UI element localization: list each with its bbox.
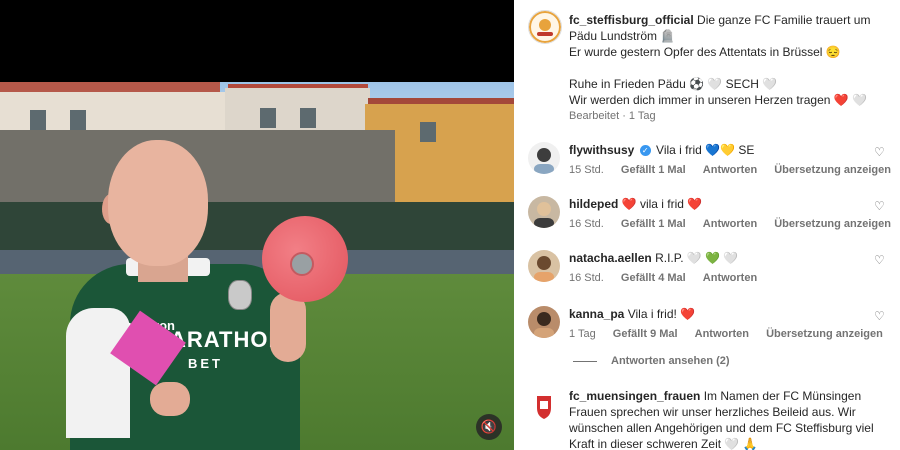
avatar-fc-steffisburg[interactable] xyxy=(528,10,562,44)
caption-line3: Ruhe in Frieden Pädu ⚽ 🤍 SECH 🤍 xyxy=(569,77,778,91)
post-media[interactable]: macron ARATHON BET 🔇 xyxy=(0,0,514,450)
caption-line2: Er wurde gestern Opfer des Attentats in … xyxy=(569,45,841,59)
avatar-natacha-aellen[interactable] xyxy=(528,250,560,282)
caption: fc_steffisburg_official Die ganze FC Fam… xyxy=(528,10,894,122)
comments-panel[interactable]: fc_steffisburg_official Die ganze FC Fam… xyxy=(514,0,900,450)
comment-username[interactable]: natacha.aellen xyxy=(569,251,652,265)
comment-meta: 16 Std. Gefällt 4 Mal Antworten xyxy=(569,272,894,284)
comment-body: Vila i frid 💙💛 SE xyxy=(656,143,755,157)
caption-line4: Wir werden dich immer in unseren Herzen … xyxy=(569,93,867,107)
window xyxy=(260,108,276,128)
comment-username[interactable]: fc_muensingen_frauen xyxy=(569,389,700,403)
comment-meta: 16 Std. Gefällt 1 Mal Antworten Übersetz… xyxy=(569,218,894,230)
window xyxy=(70,110,86,130)
comment-username[interactable]: hildeped xyxy=(569,197,618,211)
avatar-flywithsusy[interactable] xyxy=(528,142,560,174)
comment-body: Vila i frid! ❤️ xyxy=(627,307,696,321)
comment-likes[interactable]: Gefällt 4 Mal xyxy=(621,272,686,284)
comment-likes[interactable]: Gefällt 1 Mal xyxy=(621,164,686,176)
comment-meta: 1 Tag Gefällt 9 Mal Antworten Übersetzun… xyxy=(569,328,894,340)
head xyxy=(108,140,208,266)
comment-text: flywithsusy ✓ Vila i frid 💙💛 SE xyxy=(569,142,894,158)
frisbee-label xyxy=(290,252,314,276)
caption-meta-text: Bearbeitet · 1 Tag xyxy=(569,110,656,122)
comment-text: kanna_pa Vila i frid! ❤️ xyxy=(569,306,894,322)
reply-button[interactable]: Antworten xyxy=(703,164,757,176)
comment-time[interactable]: 1 Tag xyxy=(569,328,596,340)
shirt-sponsor-sub: BET xyxy=(188,356,223,371)
mute-icon[interactable]: 🔇 xyxy=(476,414,502,440)
translate-button[interactable]: Übersetzung anzeigen xyxy=(766,328,883,340)
comment: hildeped ❤️ vila i frid ❤️ ♡ 16 Std. Gef… xyxy=(528,194,894,234)
caption-text: fc_steffisburg_official Die ganze FC Fam… xyxy=(569,12,894,108)
hand xyxy=(270,292,306,362)
view-replies-button[interactable]: Antworten ansehen (2) xyxy=(573,355,730,367)
club-crest xyxy=(228,280,252,310)
window xyxy=(300,108,316,128)
comment-text: natacha.aellen R.I.P. 🤍 💚 🤍 xyxy=(569,250,894,266)
comment-time[interactable]: 16 Std. xyxy=(569,218,604,230)
hedge xyxy=(0,202,514,254)
comment: flywithsusy ✓ Vila i frid 💙💛 SE ♡ 15 Std… xyxy=(528,140,894,180)
comment: fc_muensingen_frauen Im Namen der FC Mün… xyxy=(528,388,894,450)
comment-time[interactable]: 15 Std. xyxy=(569,164,604,176)
hand xyxy=(150,382,190,416)
comment-meta: 15 Std. Gefällt 1 Mal Antworten Übersetz… xyxy=(569,164,894,176)
comment-username[interactable]: kanna_pa xyxy=(569,307,624,321)
like-heart-icon[interactable]: ♡ xyxy=(874,145,886,159)
caption-meta: Bearbeitet · 1 Tag xyxy=(569,110,894,122)
comment-username[interactable]: flywithsusy xyxy=(569,143,634,157)
verified-badge-icon: ✓ xyxy=(639,145,651,157)
like-heart-icon[interactable]: ♡ xyxy=(874,199,886,213)
reply-button[interactable]: Antworten xyxy=(695,328,749,340)
avatar-hildeped[interactable] xyxy=(528,196,560,228)
like-heart-icon[interactable]: ♡ xyxy=(874,253,886,267)
comment-text: fc_muensingen_frauen Im Namen der FC Mün… xyxy=(569,388,894,450)
jersey-sleeve xyxy=(66,308,130,438)
reply-button[interactable]: Antworten xyxy=(703,218,757,230)
comment-likes[interactable]: Gefällt 1 Mal xyxy=(621,218,686,230)
comment-body: ❤️ vila i frid ❤️ xyxy=(621,197,703,211)
like-heart-icon[interactable]: ♡ xyxy=(874,309,886,323)
comment-likes[interactable]: Gefällt 9 Mal xyxy=(613,328,678,340)
translate-button[interactable]: Übersetzung anzeigen xyxy=(774,218,891,230)
comment-text: hildeped ❤️ vila i frid ❤️ xyxy=(569,196,894,212)
caption-username[interactable]: fc_steffisburg_official xyxy=(569,13,694,27)
translate-button[interactable]: Übersetzung anzeigen xyxy=(774,164,891,176)
comment-time[interactable]: 16 Std. xyxy=(569,272,604,284)
comment: kanna_pa Vila i frid! ❤️ ♡ 1 Tag Gefällt… xyxy=(528,304,894,344)
avatar-fc-muensingen-frauen[interactable] xyxy=(528,390,560,422)
view-replies-label: Antworten ansehen (2) xyxy=(611,355,730,367)
window xyxy=(420,122,436,142)
shirt-sponsor: ARATHON xyxy=(170,327,286,352)
avatar-kanna-pa[interactable] xyxy=(528,306,560,338)
video-frame[interactable]: macron ARATHON BET xyxy=(0,82,514,450)
reply-button[interactable]: Antworten xyxy=(703,272,757,284)
comment: natacha.aellen R.I.P. 🤍 💚 🤍 ♡ 16 Std. Ge… xyxy=(528,248,894,288)
divider-line xyxy=(573,360,597,362)
comment-body: R.I.P. 🤍 💚 🤍 xyxy=(655,251,739,265)
window xyxy=(30,110,46,130)
